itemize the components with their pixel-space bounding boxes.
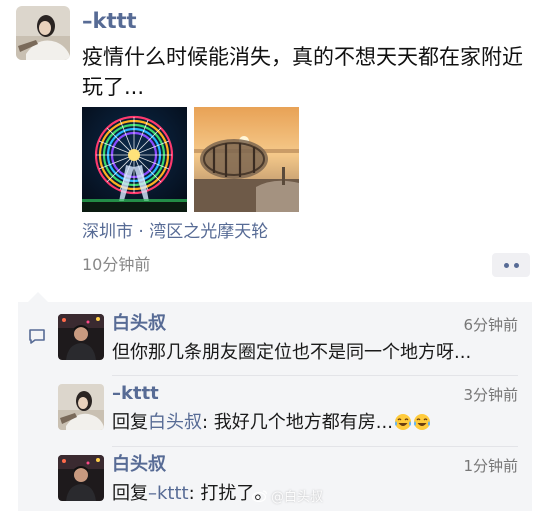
- commenter-name[interactable]: –kttt: [112, 383, 159, 405]
- tears-of-joy-emoji-icon: [394, 414, 411, 430]
- moments-post-page: –kttt 疫情什么时候能消失，真的不想天天都在家附近玩了... 深圳市 · 湾…: [0, 0, 550, 511]
- reply-mention[interactable]: 白头叔: [148, 412, 202, 433]
- comment-text: 回复白头叔: 我好几个地方都有房...: [112, 411, 517, 435]
- comment-time: 3分钟前: [463, 386, 518, 404]
- more-dots-icon: [513, 262, 519, 268]
- reply-mention[interactable]: –kttt: [148, 483, 189, 504]
- comment-time: 6分钟前: [463, 316, 518, 334]
- commenter-name[interactable]: 白头叔: [112, 313, 166, 335]
- more-dots-icon: [503, 262, 509, 268]
- tears-of-joy-emoji-icon: [413, 414, 430, 430]
- post-author-avatar[interactable]: [16, 6, 70, 60]
- post-username[interactable]: –kttt: [82, 8, 137, 34]
- commenter-name[interactable]: 白头叔: [112, 454, 166, 476]
- comment-bubble-icon: [29, 329, 45, 344]
- more-actions-button[interactable]: [492, 253, 530, 277]
- comments-pointer: [28, 292, 48, 302]
- reply-body: : 我好几个地方都有房...: [202, 412, 393, 433]
- reply-prefix: 回复: [112, 483, 148, 504]
- comment-divider: [112, 446, 518, 447]
- watermark-text: @白头叔: [271, 490, 324, 505]
- post-photo-ferris-wheel[interactable]: [82, 107, 187, 212]
- commenter-avatar[interactable]: [58, 455, 104, 501]
- post-location[interactable]: 深圳市 · 湾区之光摩天轮: [82, 221, 268, 243]
- post-time: 10分钟前: [82, 255, 151, 274]
- post-photo-sunset-cabin[interactable]: [194, 107, 299, 212]
- reply-prefix: 回复: [112, 412, 148, 433]
- weibo-logo-icon: [252, 490, 268, 502]
- comment-text: 但你那几条朋友圈定位也不是同一个地方呀...: [112, 342, 472, 363]
- watermark: @白头叔: [252, 486, 323, 505]
- post-text: 疫情什么时候能消失，真的不想天天都在家附近玩了...: [82, 45, 523, 99]
- comment-time: 1分钟前: [463, 457, 518, 475]
- commenter-avatar[interactable]: [58, 314, 104, 360]
- commenter-avatar[interactable]: [58, 384, 104, 430]
- comment-divider: [112, 375, 518, 376]
